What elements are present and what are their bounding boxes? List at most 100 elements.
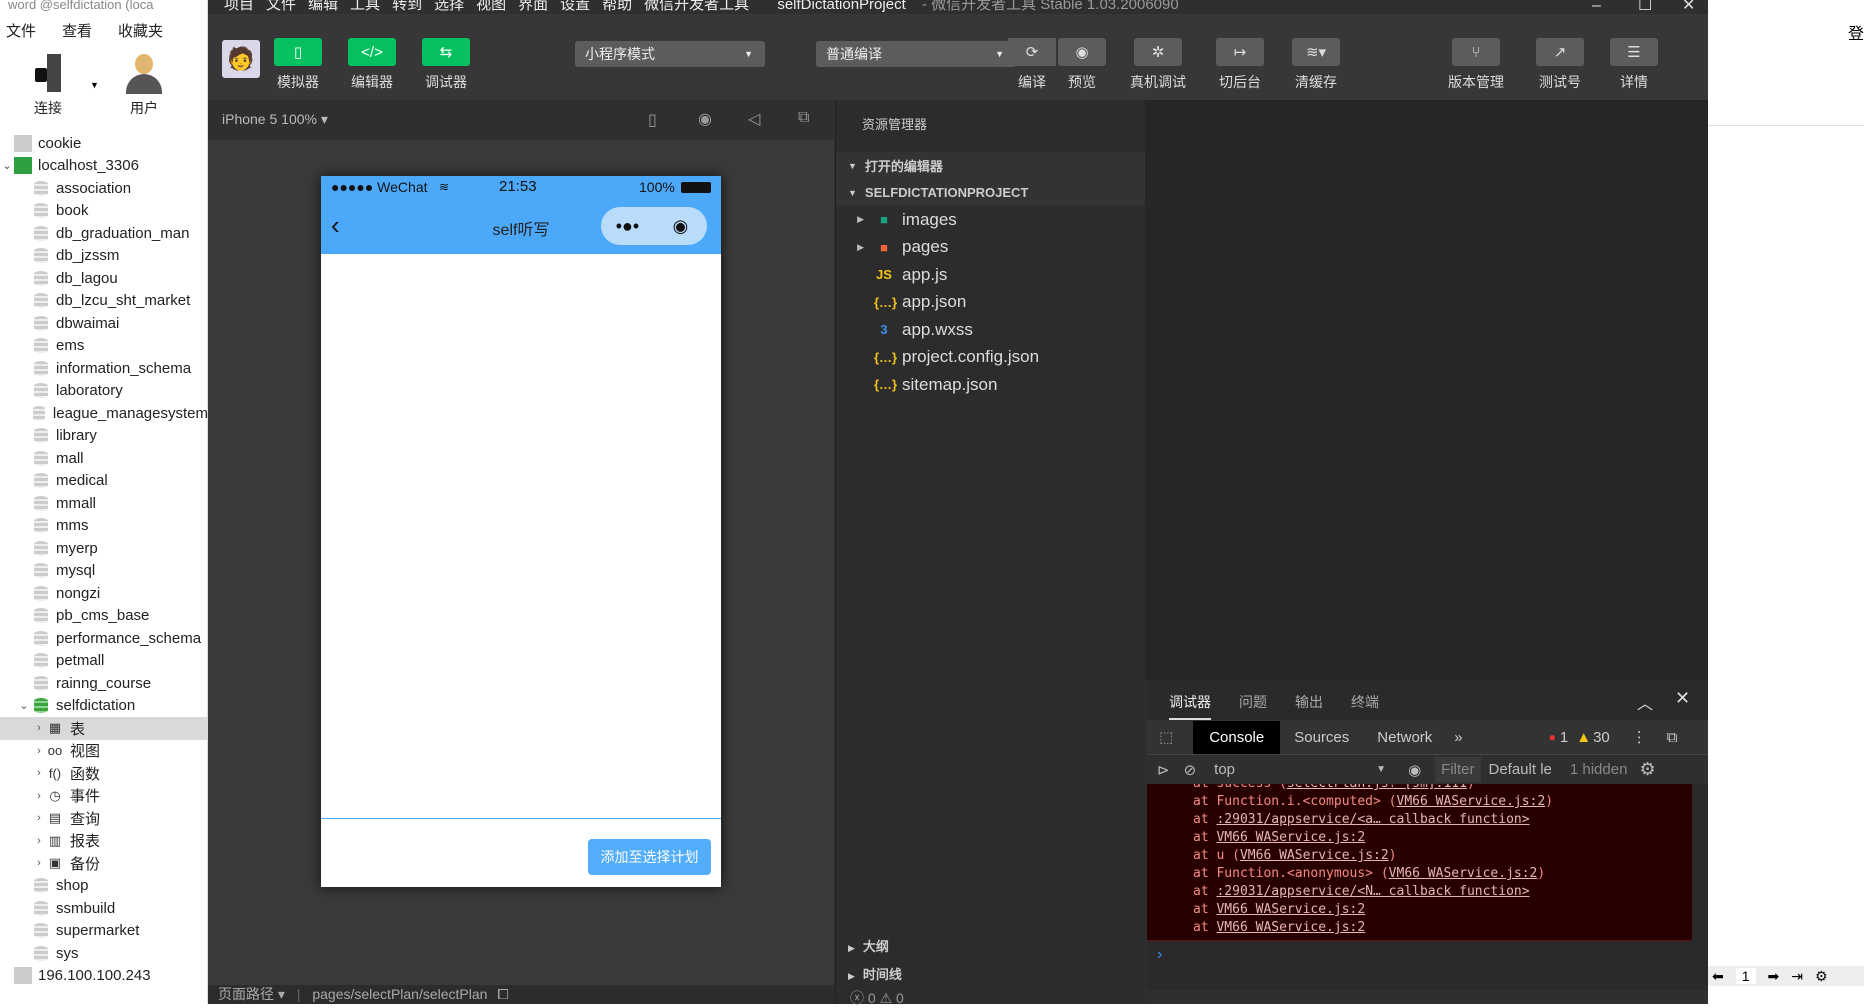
source-link[interactable]: VM66 WAService.js:2 (1389, 866, 1538, 881)
tab-problems[interactable]: 问题 (1239, 692, 1267, 720)
tree-item[interactable]: mysql (0, 560, 208, 583)
outline-section[interactable]: ▶ 大纲 (836, 936, 1146, 955)
tree-item[interactable]: petmall (0, 650, 208, 673)
timeline-section[interactable]: ▶ 时间线 (836, 964, 1146, 983)
tree-item[interactable]: performance_schema (0, 627, 208, 650)
menu-item[interactable]: 设置 (560, 0, 590, 13)
expand-icon[interactable]: › (32, 745, 46, 757)
tree-item[interactable]: mms (0, 515, 208, 538)
menu-file[interactable]: 文件 (6, 20, 36, 41)
chevron-up-icon[interactable]: ︿ (1637, 690, 1653, 714)
tree-item[interactable]: pb_cms_base (0, 605, 208, 628)
expand-icon[interactable]: ⌄ (0, 159, 14, 172)
menu-item[interactable]: 微信开发者工具 (644, 0, 749, 13)
prev-icon[interactable]: ⬅ (1712, 968, 1724, 985)
tree-item[interactable]: sys (0, 942, 208, 965)
log-levels-select[interactable]: Default le (1489, 761, 1552, 778)
minimize-icon[interactable]: – (1592, 0, 1601, 14)
tab-network[interactable]: Network (1377, 729, 1432, 746)
tree-item[interactable]: supermarket (0, 920, 208, 943)
close-target-icon[interactable]: ◉ (654, 216, 707, 237)
menu-view[interactable]: 查看 (62, 20, 92, 41)
record-icon[interactable]: ◉ (698, 109, 712, 129)
tree-item[interactable]: shop (0, 875, 208, 898)
tree-item[interactable]: ems (0, 335, 208, 358)
tree-item[interactable]: myerp (0, 537, 208, 560)
tree-item[interactable]: dbwaimai (0, 312, 208, 335)
source-link[interactable]: VM66 WAService.js:2 (1216, 920, 1365, 935)
editor-button[interactable]: </> 编辑器 (348, 38, 396, 92)
expand-icon[interactable]: › (32, 790, 46, 802)
tree-item[interactable]: ⌄ localhost_3306 (0, 155, 208, 178)
more-icon[interactable]: •●• (601, 216, 654, 237)
source-link[interactable]: selectPlan.js? [sm]:111 (1287, 784, 1467, 791)
expand-icon[interactable]: ▶ (836, 214, 874, 225)
gear-icon[interactable]: ⚙ (1639, 759, 1655, 780)
connect-dropdown-icon[interactable]: ▼ (90, 80, 99, 90)
tree-item[interactable]: league_managesystem (0, 402, 208, 425)
project-section[interactable]: ▼ SELFDICTATIONPROJECT (836, 179, 1145, 206)
debugger-button[interactable]: ⇆ 调试器 (422, 38, 470, 92)
context-select[interactable]: top (1214, 761, 1376, 778)
file-item[interactable]: {…} app.json (836, 289, 1145, 317)
popout-icon[interactable]: ⧉ (798, 109, 809, 127)
tree-item[interactable]: › ▥ 报表 (0, 830, 208, 853)
details-button[interactable]: ☰ 详情 (1610, 38, 1658, 92)
undock-icon[interactable]: ⧉ (1667, 729, 1678, 746)
expand-icon[interactable]: ⌄ (14, 699, 34, 712)
error-count[interactable]: 1 (1560, 729, 1568, 746)
copy-icon[interactable]: ⧠ (497, 986, 508, 1002)
tree-item[interactable]: db_lzcu_sht_market (0, 290, 208, 313)
expand-icon[interactable]: › (32, 835, 46, 847)
tree-item[interactable]: book (0, 200, 208, 223)
user-button[interactable]: 用户 (114, 54, 174, 118)
page-input[interactable]: 1 (1735, 968, 1756, 984)
remote-debug-button[interactable]: ✲ 真机调试 (1130, 38, 1186, 92)
tree-item[interactable]: rainng_course (0, 672, 208, 695)
source-link[interactable]: VM66 WAService.js:2 (1397, 794, 1546, 809)
close-icon[interactable]: ✕ (1675, 688, 1690, 709)
tree-item[interactable]: › oo 视图 (0, 740, 208, 763)
test-id-button[interactable]: ↗ 测试号 (1536, 38, 1584, 92)
close-icon[interactable]: ✕ (1682, 0, 1695, 14)
console-prompt-icon[interactable]: › (1157, 946, 1162, 964)
tree-item[interactable]: db_lagou (0, 267, 208, 290)
file-item[interactable]: ▶ ■ pages (836, 234, 1145, 262)
tree-item[interactable]: › ▦ 表 (0, 717, 208, 740)
maximize-icon[interactable]: ☐ (1638, 0, 1652, 14)
mode-select[interactable]: 小程序模式 ▼ (575, 41, 765, 67)
menu-item[interactable]: 选择 (434, 0, 464, 13)
tree-item[interactable]: mmall (0, 492, 208, 515)
menu-item[interactable]: 转到 (392, 0, 422, 13)
file-item[interactable]: {…} sitemap.json (836, 371, 1145, 399)
open-editors-section[interactable]: ▼ 打开的编辑器 (836, 152, 1145, 179)
expand-icon[interactable]: › (32, 722, 46, 734)
tree-item[interactable]: information_schema (0, 357, 208, 380)
eye-icon[interactable]: ◉ (1408, 761, 1421, 779)
tab-sources[interactable]: Sources (1294, 729, 1349, 746)
tab-output[interactable]: 输出 (1295, 692, 1323, 720)
file-item[interactable]: ▶ ■ images (836, 206, 1145, 234)
next-icon[interactable]: ➡ (1768, 968, 1780, 985)
preview-button[interactable]: ◉ 预览 (1058, 38, 1106, 92)
version-button[interactable]: ⑂ 版本管理 (1448, 38, 1504, 92)
more-tabs-icon[interactable]: » (1454, 729, 1462, 746)
last-icon[interactable]: ⇥ (1791, 968, 1803, 985)
inspect-icon[interactable]: ⬚ (1159, 728, 1173, 746)
tree-item[interactable]: library (0, 425, 208, 448)
filter-input[interactable]: Filter (1435, 757, 1481, 782)
tree-item[interactable]: association (0, 177, 208, 200)
gear-icon[interactable]: ⚙ (1815, 968, 1828, 985)
compile-mode-select[interactable]: 普通编译 ▼ (816, 41, 1016, 67)
tree-item[interactable]: › ◷ 事件 (0, 785, 208, 808)
clear-console-icon[interactable]: ⊘ (1184, 761, 1197, 779)
tree-item[interactable]: 196.100.100.243 (0, 965, 208, 988)
connect-button[interactable]: 连接 (18, 54, 78, 118)
kebab-menu-icon[interactable]: ⋮ (1632, 728, 1647, 746)
menu-item[interactable]: 编辑 (308, 0, 338, 13)
tree-item[interactable]: laboratory (0, 380, 208, 403)
menu-item[interactable]: 文件 (266, 0, 296, 13)
file-item[interactable]: {…} project.config.json (836, 344, 1145, 372)
sidebar-toggle-icon[interactable]: ⊳ (1157, 761, 1170, 779)
page-path-label[interactable]: 页面路径 ▾ (218, 986, 285, 1002)
